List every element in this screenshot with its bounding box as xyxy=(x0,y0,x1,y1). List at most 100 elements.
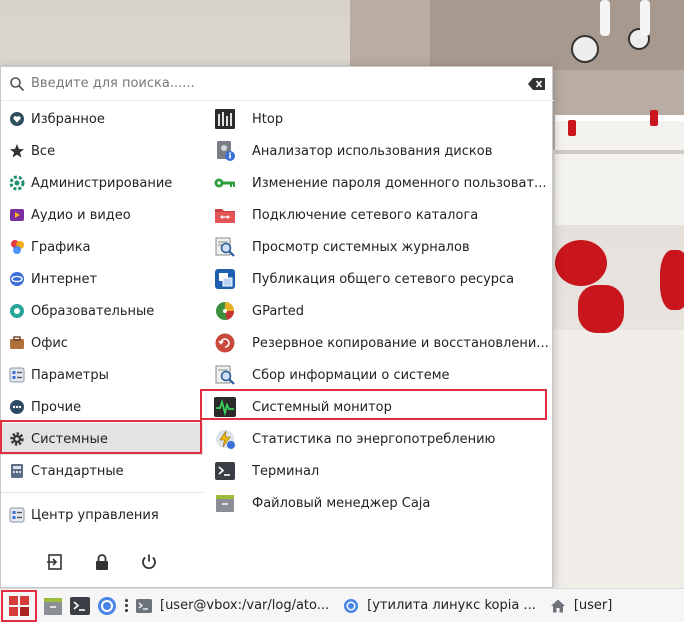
app-log-viewer[interactable]: Просмотр системных журналов xyxy=(206,231,551,263)
category-label: Параметры xyxy=(31,367,109,383)
chromium-launcher[interactable] xyxy=(96,595,118,617)
power-icon[interactable] xyxy=(138,551,160,573)
htop-icon xyxy=(214,108,236,130)
clear-search-icon[interactable] xyxy=(528,77,546,91)
category-internet[interactable]: Интернет xyxy=(1,263,203,295)
internet-icon xyxy=(9,271,25,287)
star-icon xyxy=(9,143,25,159)
search-icon xyxy=(9,76,25,92)
app-domain-password[interactable]: Изменение пароля доменного пользоват... xyxy=(206,167,551,199)
taskbar-task-terminal[interactable]: [user@vbox:/var/log/ato... xyxy=(136,591,329,621)
app-label: GParted xyxy=(252,303,304,319)
app-label: Изменение пароля доменного пользоват... xyxy=(252,175,547,191)
lock-icon[interactable] xyxy=(91,551,113,573)
start-menu-button[interactable] xyxy=(1,589,37,622)
app-label: Статистика по энергопотреблению xyxy=(252,431,496,447)
app-terminal[interactable]: Терминал xyxy=(206,455,551,487)
category-accessories[interactable]: Стандартные xyxy=(1,455,203,487)
chromium-icon xyxy=(343,598,359,614)
chromium-icon xyxy=(98,596,116,615)
app-htop[interactable]: Htop xyxy=(206,103,551,135)
category-label: Системные xyxy=(31,431,108,447)
category-label: Аудио и видео xyxy=(31,207,131,223)
category-all[interactable]: Все xyxy=(1,135,203,167)
wallpaper-red-cup xyxy=(568,120,576,136)
app-label: Анализатор использования дисков xyxy=(252,143,493,159)
multimedia-icon xyxy=(9,207,25,223)
category-favorites[interactable]: Избранное xyxy=(1,103,203,135)
wallpaper-clock xyxy=(571,35,599,63)
category-settings[interactable]: Параметры xyxy=(1,359,203,391)
file-manager-icon xyxy=(214,492,236,514)
wallpaper-lamp xyxy=(640,0,650,36)
taskbar-task-browser[interactable]: [утилита линукс kopia ... xyxy=(343,591,536,621)
category-label: Стандартные xyxy=(31,463,124,479)
file-manager-icon xyxy=(44,597,62,615)
key-icon xyxy=(214,172,236,194)
category-graphics[interactable]: Графика xyxy=(1,231,203,263)
search-bar xyxy=(1,67,554,101)
application-menu: Избранное Все Администрирование Аудио и … xyxy=(0,66,554,588)
category-other[interactable]: Прочие xyxy=(1,391,203,423)
wallpaper-shelf-line xyxy=(555,150,684,154)
category-education[interactable]: Образовательные xyxy=(1,295,203,327)
search-input[interactable] xyxy=(31,76,528,91)
app-label: Системный монитор xyxy=(252,399,392,415)
taskbar: [user@vbox:/var/log/ato... [утилита лину… xyxy=(0,588,684,622)
network-folder-icon xyxy=(214,204,236,226)
category-label: Графика xyxy=(31,239,91,255)
task-title: [user] xyxy=(573,598,613,613)
category-label: Образовательные xyxy=(31,303,155,319)
app-gparted[interactable]: GParted xyxy=(206,295,551,327)
disk-analyzer-icon xyxy=(214,140,236,162)
app-file-manager-caja[interactable]: Файловый менеджер Caja xyxy=(206,487,551,519)
app-label: Резервное копирование и восстановлени... xyxy=(252,335,549,351)
app-system-info[interactable]: Сбор информации о системе xyxy=(206,359,551,391)
app-label: Сбор информации о системе xyxy=(252,367,450,383)
category-separator xyxy=(1,492,203,493)
gear-icon xyxy=(9,431,25,447)
other-icon xyxy=(9,399,25,415)
terminal-icon xyxy=(214,460,236,482)
app-network-folder[interactable]: Подключение сетевого каталога xyxy=(206,199,551,231)
wallpaper-red-stool xyxy=(660,250,684,310)
terminal-icon xyxy=(136,598,152,614)
task-title: [утилита линукс kopia ... xyxy=(367,598,536,613)
application-list: Htop Анализатор использования дисков Изм… xyxy=(206,103,551,519)
graphics-icon xyxy=(9,239,25,255)
backup-icon xyxy=(214,332,236,354)
settings-icon xyxy=(9,367,25,383)
app-disk-usage-analyzer[interactable]: Анализатор использования дисков xyxy=(206,135,551,167)
app-label: Подключение сетевого каталога xyxy=(252,207,479,223)
app-share-resource[interactable]: Публикация общего сетевого ресурса xyxy=(206,263,551,295)
app-power-statistics[interactable]: Статистика по энергопотреблению xyxy=(206,423,551,455)
app-label: Терминал xyxy=(252,463,320,479)
share-icon xyxy=(214,268,236,290)
task-title: [user@vbox:/var/log/ato... xyxy=(160,598,330,613)
home-icon xyxy=(550,598,566,614)
taskbar-task-home[interactable]: [user] xyxy=(550,591,613,621)
session-buttons xyxy=(1,545,203,579)
category-label: Прочие xyxy=(31,399,82,415)
app-label: Файловый менеджер Caja xyxy=(252,495,431,511)
category-administration[interactable]: Администрирование xyxy=(1,167,203,199)
launcher-overflow-icon[interactable] xyxy=(122,595,130,617)
heart-icon xyxy=(9,111,25,127)
logout-icon[interactable] xyxy=(44,551,66,573)
start-menu-icon xyxy=(9,595,29,616)
app-backup[interactable]: Резервное копирование и восстановлени... xyxy=(206,327,551,359)
wallpaper-floor xyxy=(530,330,684,590)
office-icon xyxy=(9,335,25,351)
category-multimedia[interactable]: Аудио и видео xyxy=(1,199,203,231)
app-system-monitor[interactable]: Системный монитор xyxy=(206,391,551,423)
file-manager-launcher[interactable] xyxy=(42,595,64,617)
system-monitor-icon xyxy=(214,396,236,418)
terminal-icon xyxy=(70,596,90,615)
control-center-item[interactable]: Центр управления xyxy=(1,499,203,531)
system-info-icon xyxy=(214,364,236,386)
wallpaper-lamp xyxy=(600,0,610,36)
terminal-launcher[interactable] xyxy=(69,595,91,617)
power-statistics-icon xyxy=(214,428,236,450)
category-office[interactable]: Офис xyxy=(1,327,203,359)
category-system[interactable]: Системные xyxy=(1,423,203,455)
